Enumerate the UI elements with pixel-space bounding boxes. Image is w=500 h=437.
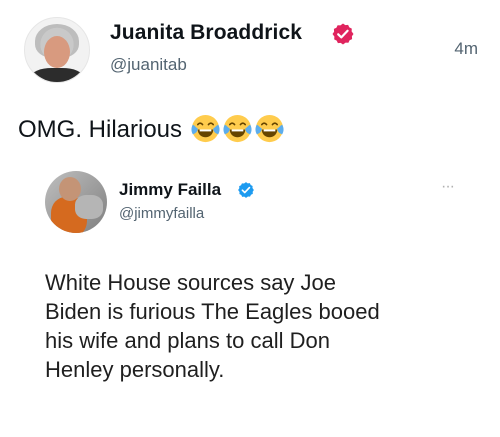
verified-badge-icon — [238, 182, 254, 198]
author-name[interactable]: Juanita Broaddrick — [110, 21, 302, 45]
more-options-icon[interactable]: ··· — [441, 178, 455, 196]
author-handle[interactable]: @juanitab — [110, 55, 187, 75]
quoted-author-handle[interactable]: @jimmyfailla — [119, 205, 204, 222]
laughing-emoji-icon — [223, 114, 252, 143]
tweet-text: OMG. Hilarious — [18, 113, 285, 144]
tweet-timestamp[interactable]: 4m — [454, 39, 478, 59]
quoted-tweet-text: White House sources say Joe Biden is fur… — [45, 270, 380, 382]
laughing-emoji-icon — [255, 114, 284, 143]
author-avatar[interactable] — [24, 17, 90, 83]
quoted-author-avatar[interactable] — [45, 171, 107, 233]
verified-badge-icon — [332, 23, 354, 45]
laughing-emoji-icon — [191, 114, 220, 143]
tweet-card[interactable]: Juanita Broaddrick @juanitab 4m OMG. Hil… — [0, 0, 500, 437]
tweet-text-content: OMG. Hilarious — [18, 116, 183, 143]
quoted-author-name[interactable]: Jimmy Failla — [119, 180, 221, 200]
